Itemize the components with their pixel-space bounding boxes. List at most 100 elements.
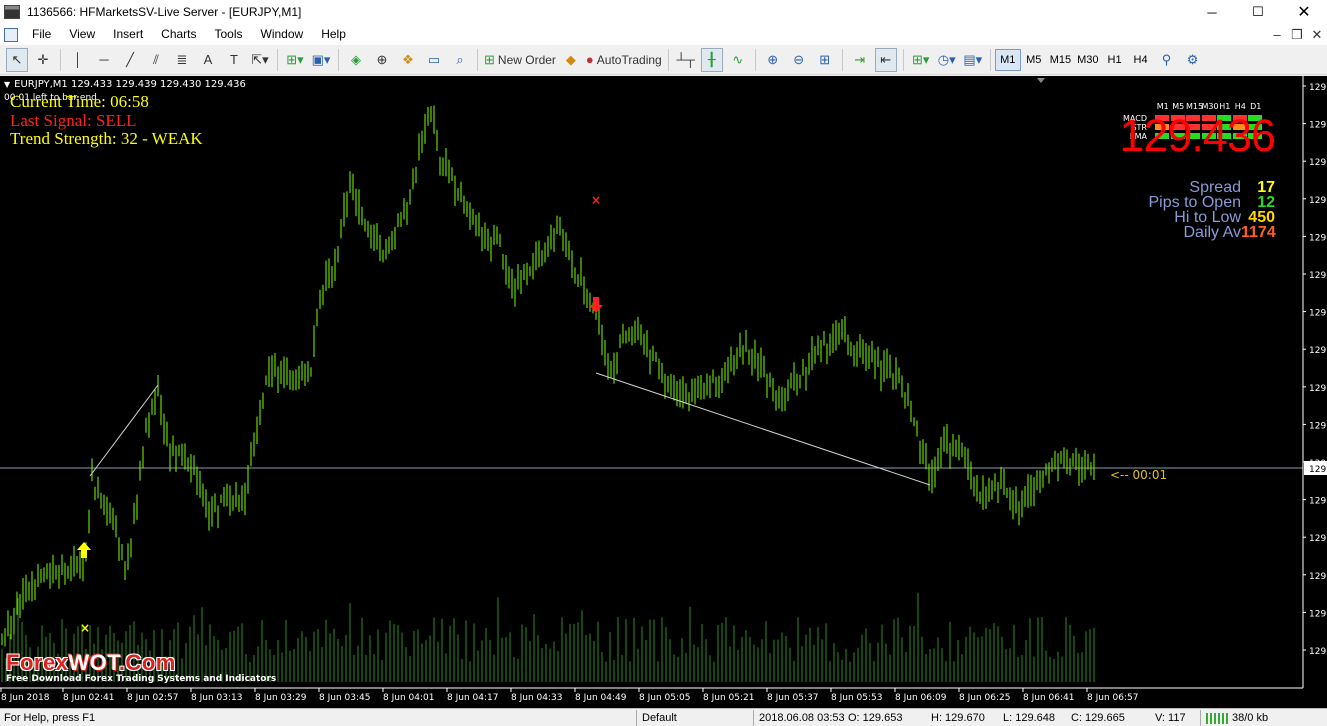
- channel-icon[interactable]: ⫽: [145, 48, 167, 72]
- fibonacci-icon[interactable]: ≣: [171, 48, 193, 72]
- trendline-icon[interactable]: ╱: [119, 48, 141, 72]
- line-chart-icon[interactable]: ∿: [727, 48, 749, 72]
- watermark-text: Forex: [6, 650, 69, 675]
- toolbar-divider: [338, 48, 339, 71]
- menu-tools[interactable]: Tools: [206, 24, 252, 45]
- status-open: O: 129.653: [848, 712, 903, 724]
- crosshair-icon[interactable]: ✛: [32, 48, 54, 72]
- watermark-subtitle: Free Download Forex Trading Systems and …: [6, 674, 277, 684]
- status-close: C: 129.665: [1071, 712, 1125, 724]
- profiles-icon[interactable]: ▣▾: [310, 48, 332, 72]
- menu-window[interactable]: Window: [252, 24, 313, 45]
- text-label-icon[interactable]: T: [223, 48, 245, 72]
- child-minimize-button[interactable]: –: [1267, 24, 1287, 45]
- timeframe-m15-button[interactable]: M15: [1047, 49, 1074, 71]
- price-tick-label: 129.: [1309, 384, 1327, 394]
- timeframe-h4-button[interactable]: H4: [1128, 49, 1154, 71]
- menu-file[interactable]: File: [23, 24, 60, 45]
- close-button[interactable]: ✕: [1281, 0, 1327, 24]
- zoom-in-icon[interactable]: ⊕: [762, 48, 784, 72]
- price-tick-label: 129.: [1309, 309, 1327, 319]
- periods-icon[interactable]: ◷▾: [936, 48, 958, 72]
- time-tick-label: 8 Jun 02:41: [63, 693, 114, 703]
- time-tick-label: 8 Jun 02:57: [127, 693, 178, 703]
- status-datetime: 2018.06.08 03:53: [759, 712, 845, 724]
- status-volume: V: 117: [1155, 712, 1186, 724]
- time-tick-label: 8 Jun 04:01: [383, 693, 434, 703]
- sell-arrow-icon: [589, 297, 603, 313]
- cursor-icon[interactable]: ↖: [6, 47, 28, 72]
- menu-view[interactable]: View: [60, 24, 104, 45]
- title-bar: 1136566: HFMarketsSV-Live Server - [EURJ…: [0, 0, 1327, 24]
- terminal-icon[interactable]: ▭: [423, 48, 445, 72]
- current-price: 129.436: [1119, 110, 1276, 161]
- status-high: H: 129.670: [931, 712, 985, 724]
- time-tick-label: 8 Jun 03:13: [191, 693, 242, 703]
- status-divider: [753, 710, 754, 726]
- autotrading-button[interactable]: ● AutoTrading: [586, 48, 662, 72]
- new-chart-icon[interactable]: ⊞▾: [284, 48, 306, 72]
- new-order-button[interactable]: ⊞ New Order: [484, 48, 556, 72]
- window-title: 1136566: HFMarketsSV-Live Server - [EURJ…: [27, 5, 302, 19]
- templates-icon[interactable]: ▤▾: [962, 48, 984, 72]
- indicators-icon[interactable]: ⊞▾: [910, 48, 932, 72]
- maximize-button[interactable]: ☐: [1235, 0, 1281, 24]
- menu-bar: File View Insert Charts Tools Window Hel…: [0, 24, 1327, 45]
- tile-windows-icon[interactable]: ⊞: [814, 48, 836, 72]
- trend-strength-text: Trend Strength: 32 - WEAK: [10, 129, 203, 148]
- timeframe-h1-button[interactable]: H1: [1102, 49, 1128, 71]
- search-icon[interactable]: ⚲: [1156, 48, 1178, 72]
- toolbar: ↖ ✛ │ ─ ╱ ⫽ ≣ A T ⇱▾ ⊞▾ ▣▾ ◈ ⊕ ❖ ▭ ⌕ ⊞ N…: [0, 45, 1327, 75]
- horizontal-line-icon[interactable]: ─: [93, 48, 115, 72]
- bar-chart-icon[interactable]: ┴┬: [675, 48, 697, 72]
- timeframe-m30-button[interactable]: M30: [1074, 49, 1101, 71]
- strategy-tester-icon[interactable]: ⌕: [449, 48, 471, 72]
- timeframe-m1-button[interactable]: M1: [994, 48, 1021, 71]
- new-order-label: New Order: [497, 52, 556, 67]
- minimize-button[interactable]: ─: [1189, 0, 1235, 24]
- symbol-quote: EURJPY,M1 129.433 129.439 129.430 129.43…: [14, 79, 246, 90]
- arrows-icon[interactable]: ⇱▾: [249, 48, 271, 72]
- collapse-triangle-icon: ▼: [4, 80, 11, 89]
- status-low: L: 129.648: [1003, 712, 1055, 724]
- chart-canvas: × × 129. 129. 129. 129. 129. 129. 129. 129. 129. 12…: [0, 76, 1327, 708]
- child-close-button[interactable]: ✕: [1307, 24, 1327, 45]
- time-tick-label: 8 Jun 03:29: [255, 693, 307, 703]
- market-watch-icon[interactable]: ◈: [345, 48, 367, 72]
- status-divider: [1200, 710, 1201, 726]
- time-tick-label: 8 Jun 05:05: [639, 693, 690, 703]
- time-tick-label: 8 Jun 06:41: [1023, 693, 1074, 703]
- candlestick-icon[interactable]: ╂: [700, 47, 723, 72]
- text-icon[interactable]: A: [197, 48, 219, 72]
- watermark-logo: ForexWOT.Com Free Download Forex Trading…: [6, 650, 276, 684]
- status-traffic: 38/0 kb: [1232, 712, 1269, 724]
- menu-help[interactable]: Help: [312, 24, 355, 45]
- new-order-icon: ⊞: [484, 51, 495, 67]
- time-tick-label: 8 Jun 2018: [1, 693, 50, 703]
- options-icon[interactable]: ⚙: [1182, 48, 1204, 72]
- menu-charts[interactable]: Charts: [152, 24, 205, 45]
- time-tick-label: 8 Jun 04:17: [447, 693, 498, 703]
- vertical-line-icon[interactable]: │: [67, 48, 89, 72]
- timeframe-m5-button[interactable]: M5: [1021, 49, 1047, 71]
- time-tick-label: 8 Jun 03:45: [319, 693, 370, 703]
- zoom-out-icon[interactable]: ⊖: [788, 48, 810, 72]
- time-tick-label: 8 Jun 04:33: [511, 693, 562, 703]
- menu-insert[interactable]: Insert: [104, 24, 152, 45]
- meta-editor-icon[interactable]: ◆: [560, 48, 582, 72]
- buy-arrow-icon: [77, 542, 91, 558]
- chart-shift-icon[interactable]: ⇤: [874, 47, 897, 72]
- child-restore-button[interactable]: ❐: [1287, 24, 1307, 45]
- data-window-icon[interactable]: ⊕: [371, 48, 393, 72]
- time-tick-label: 8 Jun 06:25: [959, 693, 1010, 703]
- auto-scroll-icon[interactable]: ⇥: [849, 48, 871, 72]
- status-profile[interactable]: Default: [642, 712, 677, 724]
- stat-label: Daily Av: [1183, 224, 1241, 241]
- time-tick-label: 8 Jun 05:37: [767, 693, 818, 703]
- time-tick-label: 8 Jun 06:09: [895, 693, 947, 703]
- navigator-icon[interactable]: ❖: [397, 48, 419, 72]
- time-tick-label: 8 Jun 05:21: [703, 693, 754, 703]
- price-tick-label: 129.: [1309, 346, 1327, 356]
- chart-window-icon[interactable]: [4, 27, 18, 42]
- price-chart[interactable]: × × 129. 129. 129. 129. 129. 129. 129. 129. 129. 12…: [0, 76, 1327, 708]
